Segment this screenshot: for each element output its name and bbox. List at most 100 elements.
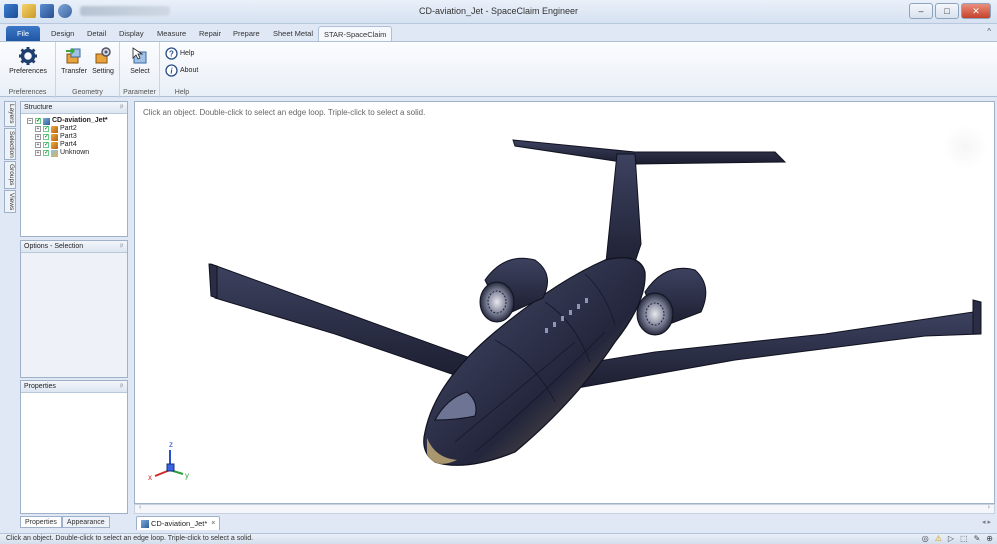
parameter-group-label: Parameter — [123, 89, 156, 96]
expand-icon[interactable]: + — [35, 134, 41, 140]
tab-sheet-metal[interactable]: Sheet Metal — [268, 26, 318, 41]
side-tab-selection[interactable]: Selection — [4, 127, 16, 161]
tool-icon[interactable]: ✎ — [974, 534, 981, 543]
maximize-button[interactable]: □ — [935, 3, 959, 19]
tree-root[interactable]: − ✓ CD-aviation_Jet* — [27, 117, 127, 125]
status-text: Click an object. Double-click to select … — [6, 535, 254, 542]
tab-design[interactable]: Design — [46, 26, 79, 41]
aircraft-model[interactable]: z x y — [135, 102, 995, 504]
about-button[interactable]: i About — [165, 64, 198, 77]
tab-display[interactable]: Display — [114, 26, 149, 41]
tab-properties[interactable]: Properties — [20, 516, 62, 528]
group-parameter: Select Parameter — [120, 42, 160, 98]
preferences-button[interactable]: Preferences — [6, 46, 50, 75]
box-select-icon[interactable]: ⬚ — [960, 534, 968, 543]
unknown-body-icon — [51, 149, 58, 157]
preferences-label: Preferences — [9, 68, 47, 75]
part-icon — [51, 141, 58, 149]
axis-triad: z x y — [148, 440, 189, 482]
status-bar: Click an object. Double-click to select … — [0, 533, 997, 544]
scroll-left-icon[interactable]: ‹ — [139, 504, 141, 511]
left-engine-intake — [479, 281, 515, 323]
tab-star-spaceclaim[interactable]: STAR-SpaceClaim — [318, 26, 393, 41]
visibility-checkbox[interactable]: ✓ — [43, 142, 49, 148]
ribbon-collapse-icon[interactable]: ^ — [987, 27, 991, 36]
structure-tree: − ✓ CD-aviation_Jet* + ✓ Part2 + ✓ Part3… — [21, 114, 127, 157]
properties-panel-header: Properties ᵖ — [21, 381, 127, 393]
status-toolbar: ◎ ⚠ ▷ ⬚ ✎ ⊕ — [922, 534, 993, 543]
properties-panel-body — [21, 393, 127, 513]
info-icon: i — [165, 64, 178, 77]
visibility-checkbox[interactable]: ✓ — [35, 118, 41, 124]
pin-icon[interactable]: ᵖ — [120, 241, 123, 253]
horizontal-scrollbar[interactable]: ‹ › — [134, 504, 995, 514]
group-preferences: Preferences Preferences — [0, 42, 56, 98]
select-label: Select — [130, 68, 150, 75]
panel-bottom-tabs: Properties Appearance — [20, 516, 110, 528]
tree-item-label: Part4 — [60, 141, 77, 148]
side-tab-groups[interactable]: Groups — [4, 161, 16, 189]
y-axis-label: y — [185, 471, 189, 480]
select-button[interactable]: Select — [124, 46, 156, 75]
document-tab[interactable]: CD-aviation_Jet* × — [136, 516, 221, 530]
select-mode-icon[interactable]: ▷ — [948, 534, 954, 543]
structure-panel: Structure ᵖ − ✓ CD-aviation_Jet* + ✓ Par… — [20, 101, 128, 237]
group-help: ? Help i About Help — [160, 42, 204, 98]
tab-prepare[interactable]: Prepare — [228, 26, 265, 41]
setting-button[interactable]: Setting — [88, 46, 118, 75]
close-button[interactable]: ✕ — [961, 3, 991, 19]
tree-item-label: Unknown — [60, 149, 90, 156]
tab-repair[interactable]: Repair — [194, 26, 226, 41]
about-label: About — [180, 67, 199, 74]
zoom-icon[interactable]: ⊕ — [986, 534, 993, 543]
preferences-group-label: Preferences — [8, 89, 47, 96]
tree-item-label: Part2 — [60, 125, 77, 132]
select-icon — [132, 47, 147, 64]
tab-measure[interactable]: Measure — [152, 26, 191, 41]
pin-icon[interactable]: ᵖ — [120, 381, 123, 393]
tree-item-part4[interactable]: + ✓ Part4 — [27, 141, 127, 149]
document-icon — [141, 519, 149, 528]
help-button[interactable]: ? Help — [165, 47, 194, 60]
setting-label: Setting — [92, 68, 114, 75]
pin-icon[interactable]: ᵖ — [120, 102, 123, 114]
tree-item-unknown[interactable]: + ✓ Unknown — [27, 149, 127, 157]
tab-appearance[interactable]: Appearance — [61, 516, 110, 528]
structure-panel-header: Structure ᵖ — [21, 102, 127, 114]
visibility-checkbox[interactable]: ✓ — [43, 126, 49, 132]
side-tab-views[interactable]: Views — [4, 189, 16, 213]
document-close-icon[interactable]: × — [211, 520, 215, 527]
expand-icon[interactable]: + — [35, 150, 41, 156]
tree-root-label: CD-aviation_Jet* — [52, 117, 108, 124]
options-panel: Options - Selection ᵖ — [20, 240, 128, 378]
side-tab-layers[interactable]: Layers — [4, 101, 16, 127]
scroll-right-icon[interactable]: › — [988, 504, 990, 511]
expand-icon[interactable]: + — [35, 126, 41, 132]
document-tabs: CD-aviation_Jet* × ◂ ▸ — [134, 514, 995, 532]
status-display-icon[interactable]: ◎ — [922, 534, 929, 543]
tree-item-part2[interactable]: + ✓ Part2 — [27, 125, 127, 133]
properties-panel-title: Properties — [24, 383, 56, 390]
visibility-checkbox[interactable]: ✓ — [43, 134, 49, 140]
options-panel-title: Options - Selection — [24, 243, 84, 250]
right-winglet — [972, 299, 982, 335]
help-icon: ? — [165, 47, 178, 60]
document-tab-label: CD-aviation_Jet* — [151, 519, 208, 528]
3d-viewport[interactable]: Click an object. Double-click to select … — [134, 101, 995, 504]
ribbon-tabs: File Design Detail Display Measure Repai… — [0, 24, 997, 41]
help-label: Help — [180, 50, 195, 57]
expand-icon[interactable]: + — [35, 142, 41, 148]
warning-icon[interactable]: ⚠ — [935, 534, 942, 543]
visibility-checkbox[interactable]: ✓ — [43, 150, 49, 156]
minimize-button[interactable]: – — [909, 3, 933, 19]
tab-detail[interactable]: Detail — [82, 26, 111, 41]
document-nav-icon[interactable]: ◂ ▸ — [982, 518, 991, 526]
transfer-button[interactable]: Transfer — [58, 46, 90, 75]
help-group-label: Help — [174, 89, 190, 96]
right-engine-intake — [636, 292, 674, 336]
group-geometry: Transfer Setting Geometry — [56, 42, 120, 98]
tab-file[interactable]: File — [6, 26, 40, 41]
collapse-icon[interactable]: − — [27, 118, 33, 124]
side-tabs: Layers Selection Groups Views — [4, 101, 17, 213]
tree-item-part3[interactable]: + ✓ Part3 — [27, 133, 127, 141]
